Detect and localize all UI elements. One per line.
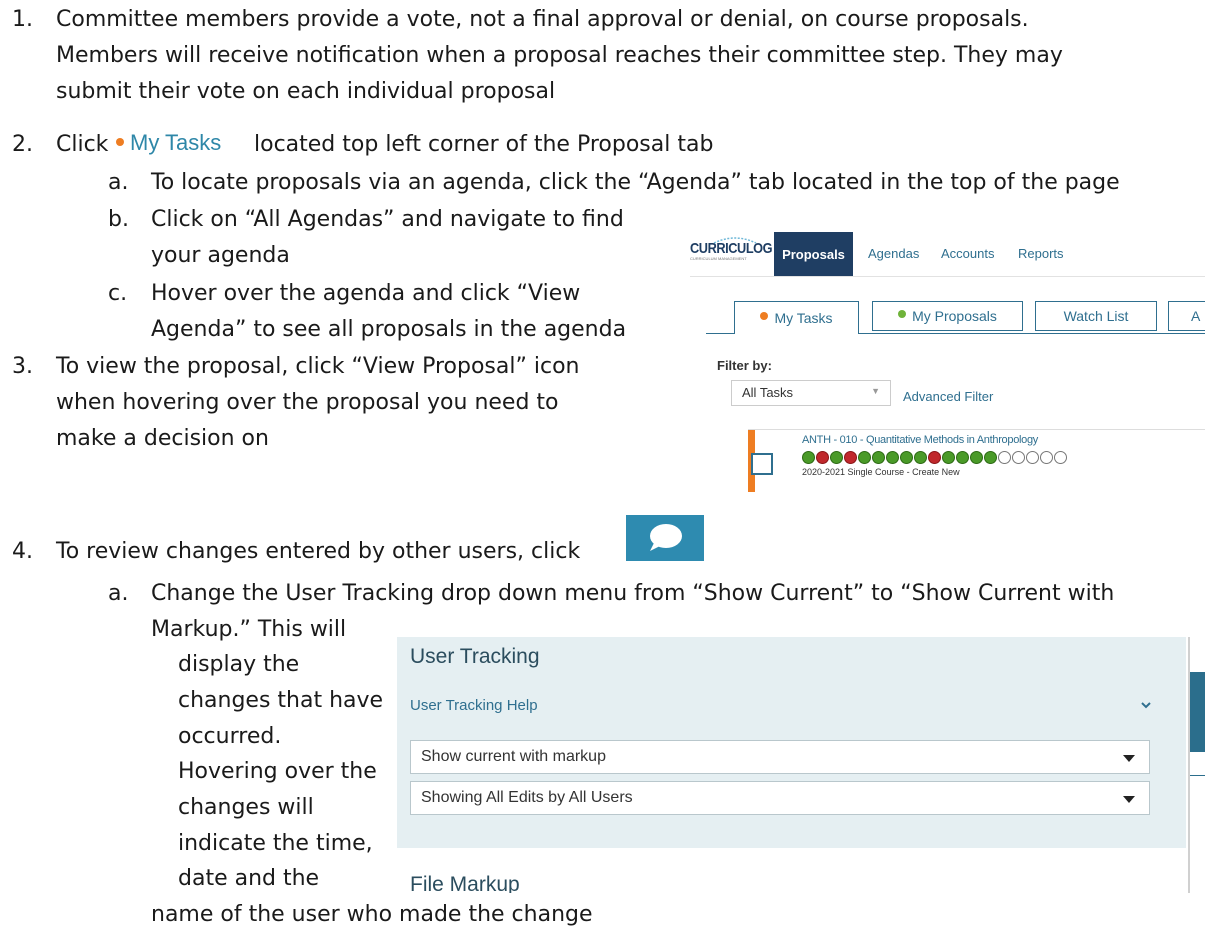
- filter-caret-icon: ▼: [871, 386, 880, 396]
- step-2c-line-1: Hover over the agenda and click “View: [151, 281, 581, 306]
- my-tasks-inline-label: My Tasks: [130, 130, 222, 155]
- thumbs-up-vote-icon: [900, 451, 913, 465]
- step-1-line-3: submit their vote on each individual pro…: [56, 79, 556, 104]
- pending-vote-icon: [1054, 451, 1067, 465]
- chevron-down-icon[interactable]: [1140, 701, 1152, 711]
- step-4a-letter: a.: [108, 581, 129, 606]
- pending-vote-icon: [998, 451, 1011, 465]
- step-2c-line-2: Agenda” to see all proposals in the agen…: [151, 317, 627, 342]
- filter-select[interactable]: All Tasks ▼: [731, 380, 891, 406]
- side-tab-rule: [1190, 775, 1205, 776]
- step-2a-text: To locate proposals via an agenda, click…: [151, 170, 1120, 195]
- pending-vote-icon: [1026, 451, 1039, 465]
- thumbs-down-vote-icon: [844, 451, 857, 465]
- thumbs-down-vote-icon: [928, 451, 941, 465]
- markup-select[interactable]: Show current with markup: [410, 740, 1150, 774]
- step-3-line-1: To view the proposal, click “View Propos…: [56, 354, 580, 379]
- step-4a-line-1: Change the User Tracking drop down menu …: [151, 581, 1115, 606]
- step-3-number: 3.: [12, 354, 33, 379]
- nav-reports[interactable]: Reports: [1018, 246, 1064, 261]
- tab-my-tasks[interactable]: My Tasks: [734, 301, 859, 334]
- thumbs-up-vote-icon: [802, 451, 815, 465]
- thumbs-up-vote-icon: [872, 451, 885, 465]
- step-3-line-2: when hovering over the proposal you need…: [56, 390, 559, 415]
- thumbs-down-vote-icon: [816, 451, 829, 465]
- pending-vote-icon: [1012, 451, 1025, 465]
- step-2c-letter: c.: [108, 281, 128, 306]
- step-4a-line-7: changes will: [178, 795, 314, 820]
- step-1-line-1: Committee members provide a vote, not a …: [56, 7, 1029, 32]
- user-tracking-panel: User Tracking User Tracking Help Show cu…: [397, 637, 1186, 848]
- step-2-click: Click: [56, 132, 109, 157]
- step-2b-line-1: Click on “All Agendas” and navigate to f…: [151, 207, 624, 232]
- proposal-row[interactable]: ANTH - 010 - Quantitative Methods in Ant…: [748, 429, 1205, 492]
- step-1-number: 1.: [12, 7, 33, 32]
- thumbs-up-vote-icon: [984, 451, 997, 465]
- step-4a-line-5: occurred.: [178, 724, 282, 749]
- edits-filter-caret-icon: [1123, 796, 1135, 803]
- step-4-number: 4.: [12, 539, 33, 564]
- advanced-filter-link[interactable]: Advanced Filter: [903, 389, 993, 404]
- step-3-line-3: make a decision on: [56, 426, 269, 451]
- filter-label: Filter by:: [717, 358, 772, 373]
- proposal-checkbox[interactable]: [751, 453, 773, 475]
- step-4a-line-10: name of the user who made the change: [151, 902, 593, 927]
- step-2b-letter: b.: [108, 207, 129, 232]
- step-1-line-2: Members will receive notification when a…: [56, 43, 1063, 68]
- markup-select-caret-icon: [1123, 755, 1135, 762]
- nav-accounts[interactable]: Accounts: [941, 246, 994, 261]
- tab-my-proposals[interactable]: My Proposals: [872, 301, 1023, 331]
- step-4a-line-3: display the: [178, 652, 300, 677]
- proposal-subtitle: 2020-2021 Single Course - Create New: [802, 467, 960, 477]
- nav-divider: [690, 276, 1205, 277]
- step-2b-line-2: your agenda: [151, 243, 290, 268]
- step-2-number: 2.: [12, 132, 33, 157]
- curriculog-logo: CURRICULOG CURRICULUM MANAGEMENT: [690, 237, 780, 261]
- thumbs-up-vote-icon: [970, 451, 983, 465]
- step-4a-line-6: Hovering over the: [178, 759, 377, 784]
- nav-proposals[interactable]: Proposals: [774, 232, 853, 276]
- step-2a-letter: a.: [108, 170, 129, 195]
- tab-watch-list[interactable]: Watch List: [1035, 301, 1157, 331]
- curriculog-screenshot: CURRICULOG CURRICULUM MANAGEMENT Proposa…: [690, 232, 1205, 492]
- file-markup-title: File Markup: [410, 873, 520, 893]
- edits-filter-select[interactable]: Showing All Edits by All Users: [410, 781, 1150, 815]
- step-4-text: To review changes entered by other users…: [56, 539, 581, 564]
- vote-icons: [802, 449, 1068, 467]
- step-4a-line-8: indicate the time,: [178, 831, 373, 856]
- step-2-text: located top left corner of the Proposal …: [254, 132, 714, 157]
- thumbs-up-vote-icon: [830, 451, 843, 465]
- user-tracking-screenshot: User Tracking User Tracking Help Show cu…: [397, 637, 1190, 893]
- step-4a-line-4: changes that have: [178, 688, 384, 713]
- proposal-title[interactable]: ANTH - 010 - Quantitative Methods in Ant…: [802, 434, 1038, 446]
- comment-bubble-icon: [650, 524, 682, 551]
- thumbs-up-vote-icon: [914, 451, 927, 465]
- tab-more[interactable]: A: [1168, 301, 1205, 331]
- thumbs-up-vote-icon: [942, 451, 955, 465]
- nav-agendas[interactable]: Agendas: [868, 246, 919, 261]
- side-tab-edge: [1190, 672, 1205, 752]
- comment-button[interactable]: [626, 515, 704, 561]
- thumbs-up-vote-icon: [886, 451, 899, 465]
- user-tracking-title: User Tracking: [410, 645, 540, 668]
- thumbs-up-vote-icon: [956, 451, 969, 465]
- user-tracking-help-link[interactable]: User Tracking Help: [410, 697, 538, 714]
- pending-vote-icon: [1040, 451, 1053, 465]
- thumbs-up-vote-icon: [858, 451, 871, 465]
- step-4a-line-9: date and the: [178, 866, 320, 891]
- my-tasks-inline-icon: My Tasks: [116, 126, 221, 159]
- step-4a-line-2: Markup.” This will: [151, 617, 347, 642]
